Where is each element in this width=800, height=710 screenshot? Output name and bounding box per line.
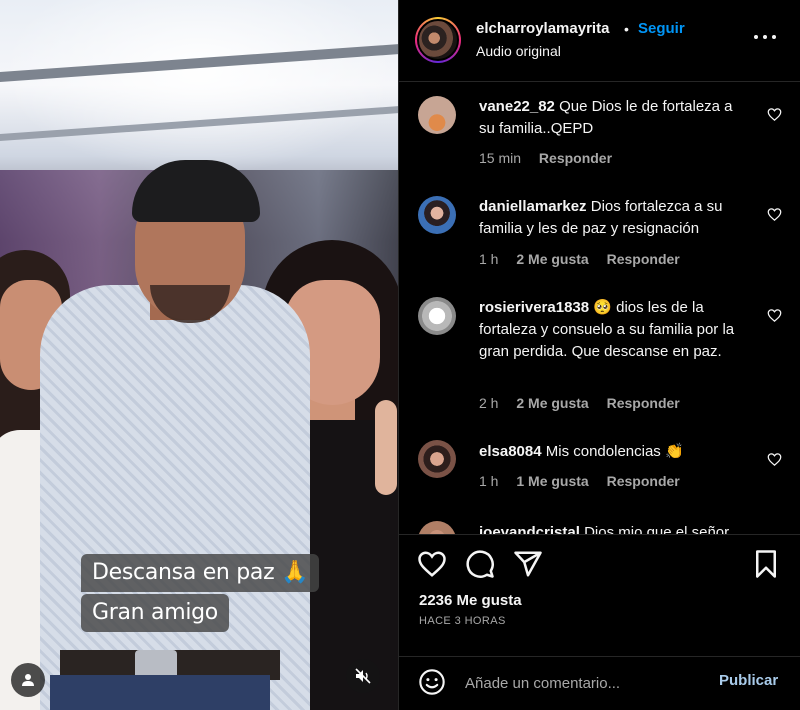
post-header: elcharroylamayrita • Seguir Audio origin… — [399, 0, 800, 82]
comment-time: 15 min — [479, 150, 522, 166]
person-center-jeans — [50, 675, 270, 710]
reply-button[interactable]: Responder — [607, 395, 680, 411]
comment-text: Mis condolencias 👏 — [545, 443, 684, 460]
heart-icon[interactable] — [767, 207, 782, 222]
comment-meta: 1 h 2 Me gusta Responder — [479, 251, 694, 267]
post-side-panel: elcharroylamayrita • Seguir Audio origin… — [398, 0, 800, 710]
mute-button[interactable] — [346, 659, 380, 693]
comment-username[interactable]: elsa8084 — [479, 443, 542, 460]
person-right-hand — [375, 400, 397, 495]
comments-list[interactable]: vane22_82 Que Dios le de fortaleza a su … — [399, 82, 800, 534]
video-caption-line-1: Descansa en paz 🙏 — [81, 554, 320, 592]
author-avatar[interactable] — [415, 17, 461, 63]
likes-count[interactable]: 2236 Me gusta — [419, 592, 522, 609]
comment-time: 1 h — [479, 473, 499, 489]
comment-icon[interactable] — [465, 549, 495, 579]
comment-meta: 1 h 1 Me gusta Responder — [479, 473, 694, 489]
add-comment-bar: Publicar — [399, 656, 800, 710]
header-separator: • — [624, 21, 629, 37]
more-horizontal-icon[interactable] — [754, 34, 776, 42]
comment-likes[interactable]: 2 Me gusta — [516, 251, 588, 267]
post-media[interactable]: Descansa en paz 🙏 Gran amigo — [0, 0, 398, 710]
post-actions: 2236 Me gusta HACE 3 HORAS — [399, 534, 800, 656]
comment-likes[interactable]: 1 Me gusta — [516, 473, 588, 489]
comment-body: joeyandcristal Dios mio que el señor — [479, 522, 751, 534]
comment-text: Dios mio que el señor — [584, 524, 730, 534]
comment-likes[interactable]: 2 Me gusta — [516, 395, 588, 411]
comment-avatar[interactable] — [418, 196, 456, 234]
comment-avatar[interactable] — [418, 297, 456, 335]
tagged-users-button[interactable] — [11, 663, 45, 697]
comment-time: 1 h — [479, 251, 499, 267]
reply-button[interactable]: Responder — [607, 251, 680, 267]
comment-time: 2 h — [479, 395, 499, 411]
comment-body: rosierivera1838 🥺 dios les de la fortale… — [479, 297, 751, 363]
comment-avatar[interactable] — [418, 96, 456, 134]
comment-username[interactable]: vane22_82 — [479, 98, 555, 115]
emoji-icon[interactable] — [418, 668, 446, 696]
comment-body: elsa8084 Mis condolencias 👏 — [479, 441, 751, 463]
comment-username[interactable]: rosierivera1838 — [479, 299, 589, 316]
comment-avatar[interactable] — [418, 440, 456, 478]
video-caption-line-2: Gran amigo — [81, 594, 229, 632]
speaker-muted-icon — [355, 668, 371, 684]
user-icon — [22, 674, 34, 686]
ceiling-light — [0, 0, 398, 175]
comment-input[interactable] — [465, 671, 705, 695]
comment-username[interactable]: joeyandcristal — [479, 524, 580, 534]
publish-button[interactable]: Publicar — [719, 672, 778, 689]
comment-meta: 2 h 2 Me gusta Responder — [479, 395, 694, 411]
heart-icon[interactable] — [417, 549, 447, 579]
post-timestamp[interactable]: HACE 3 HORAS — [419, 615, 506, 627]
reply-button[interactable]: Responder — [539, 150, 612, 166]
reply-button[interactable]: Responder — [607, 473, 680, 489]
heart-icon[interactable] — [767, 308, 782, 323]
audio-label[interactable]: Audio original — [476, 43, 561, 59]
comment-username[interactable]: daniellamarkez — [479, 198, 587, 215]
comment-meta: 15 min Responder — [479, 150, 626, 166]
heart-icon[interactable] — [767, 107, 782, 122]
comment-body: vane22_82 Que Dios le de fortaleza a su … — [479, 96, 751, 140]
comment-avatar[interactable] — [418, 521, 456, 534]
heart-icon[interactable] — [767, 452, 782, 467]
follow-button[interactable]: Seguir — [638, 20, 685, 37]
person-center-shirt — [40, 285, 310, 710]
bookmark-icon[interactable] — [751, 549, 781, 579]
comment-body: daniellamarkez Dios fortalezca a su fami… — [479, 196, 751, 240]
send-icon[interactable] — [513, 549, 543, 579]
author-username[interactable]: elcharroylamayrita — [476, 20, 609, 37]
